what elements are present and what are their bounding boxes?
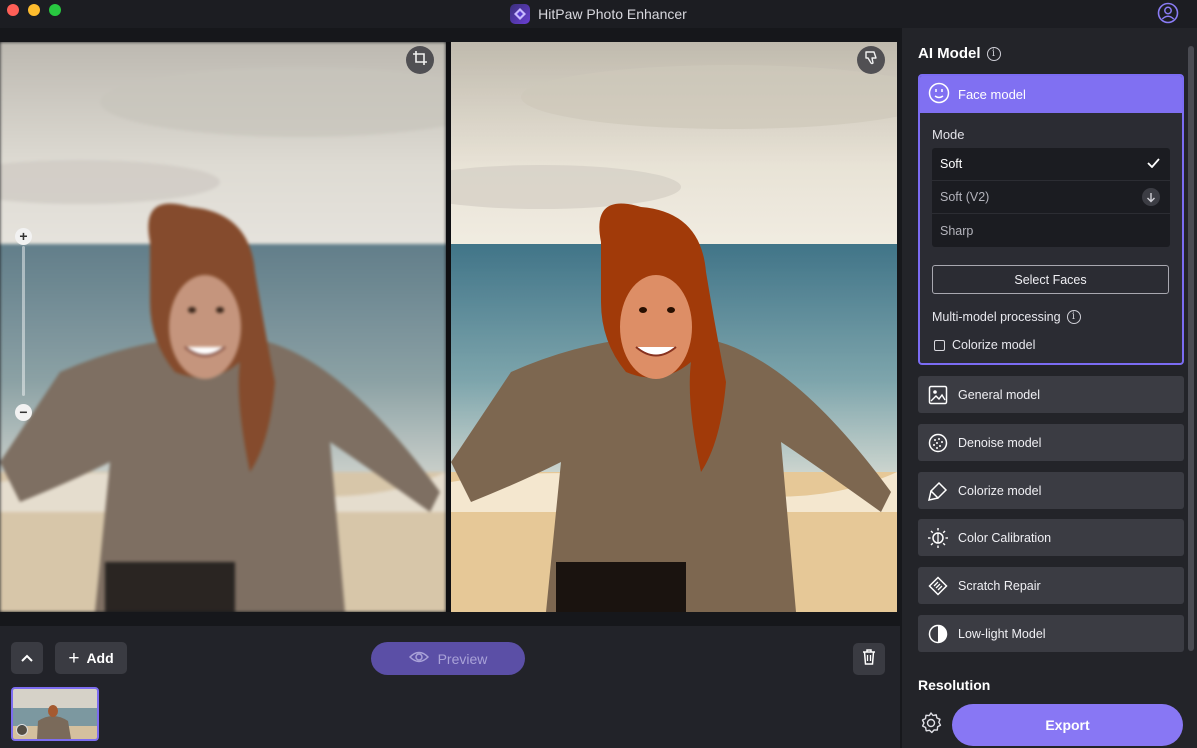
trash-icon [862,648,876,670]
settings-panel: AI Model i Face model Mode Soft Soft (V2… [900,28,1197,748]
model-label: Colorize model [958,483,1042,498]
info-icon[interactable]: i [986,46,1001,61]
mode-option-soft[interactable]: Soft [932,148,1170,181]
original-photo[interactable] [0,42,446,612]
color-calibration-button[interactable]: Color Calibration [918,519,1184,556]
mode-list: Soft Soft (V2) Sharp [932,148,1170,247]
enhanced-photo[interactable] [451,42,897,612]
contrast-icon [927,623,949,645]
zoom-in-icon[interactable]: + [15,228,32,245]
low-light-model-button[interactable]: Low-light Model [918,615,1184,652]
brush-icon [927,480,949,502]
mode-option-label: Sharp [940,223,974,238]
model-label: General model [958,387,1040,402]
zoom-track[interactable] [22,246,25,396]
model-label: Low-light Model [958,626,1046,641]
zoom-slider[interactable]: + − [14,228,34,421]
multi-model-processing: Multi-model processing i [932,310,1081,324]
plus-icon: + [68,647,80,669]
app-window: HitPaw Photo Enhancer + − + Add Preview … [0,0,1197,748]
denoise-model-button[interactable]: Denoise model [918,424,1184,461]
collapse-thumbnails-button[interactable] [11,642,43,674]
ai-model-heading-text: AI Model [918,45,981,62]
crop-icon [412,50,428,71]
mode-option-label: Soft (V2) [940,190,990,204]
mode-option-soft-v2[interactable]: Soft (V2) [932,181,1170,214]
mode-label: Mode [932,127,965,142]
multi-model-label: Multi-model processing [932,310,1061,324]
export-button[interactable]: Export [952,704,1183,746]
zoom-window-button[interactable] [49,4,61,16]
colorize-checkbox-label: Colorize model [952,338,1036,352]
minimize-window-button[interactable] [28,4,40,16]
crop-button[interactable] [406,46,434,74]
image-canvas: + − [0,28,900,626]
general-model-button[interactable]: General model [918,376,1184,413]
face-model-label: Face model [958,87,1026,102]
model-label: Color Calibration [958,530,1052,545]
add-button[interactable]: + Add [55,642,127,674]
resolution-heading: Resolution [918,677,991,693]
account-icon[interactable] [1157,2,1179,24]
panel-scrollbar[interactable] [1188,46,1194,651]
thumbnail-status-icon [16,724,28,736]
thumbs-down-icon [863,50,879,71]
add-button-label: Add [86,650,114,666]
checkbox-box[interactable] [934,339,945,351]
info-icon[interactable]: i [1066,310,1081,324]
gear-icon [919,711,943,740]
window-controls [7,4,61,16]
colorize-checkbox[interactable]: Colorize model [934,338,1035,352]
image-icon [927,384,949,406]
download-icon[interactable] [1142,188,1160,206]
preview-button-label: Preview [437,650,488,667]
face-model-header[interactable]: Face model [920,76,1182,113]
mode-option-label: Soft [940,157,963,171]
app-title: HitPaw Photo Enhancer [538,6,687,22]
delete-button[interactable] [853,643,885,675]
feedback-button[interactable] [857,46,885,74]
chevron-up-icon [21,649,33,667]
settings-button[interactable] [918,711,944,740]
scratch-repair-button[interactable]: Scratch Repair [918,567,1184,604]
app-logo-icon [510,4,531,24]
mode-option-sharp[interactable]: Sharp [932,214,1170,247]
eye-icon [408,650,429,667]
title-bar: HitPaw Photo Enhancer [0,0,1197,28]
image-thumbnail[interactable] [11,687,99,741]
colorize-model-button[interactable]: Colorize model [918,472,1184,509]
model-label: Denoise model [958,435,1042,450]
model-label: Scratch Repair [958,578,1041,593]
ai-model-heading: AI Model i [918,45,1001,62]
zoom-out-icon[interactable]: − [15,404,32,421]
select-faces-button[interactable]: Select Faces [932,265,1169,294]
denoise-icon [927,432,949,454]
bottom-toolbar: + Add Preview [0,626,900,748]
scratch-icon [927,575,949,597]
checkmark-icon [1147,157,1160,171]
sun-icon [927,527,949,549]
preview-button[interactable]: Preview [371,642,525,675]
face-icon [928,82,950,107]
face-model-card: Face model Mode Soft Soft (V2) Sharp Sel… [918,74,1184,365]
close-window-button[interactable] [7,4,19,16]
